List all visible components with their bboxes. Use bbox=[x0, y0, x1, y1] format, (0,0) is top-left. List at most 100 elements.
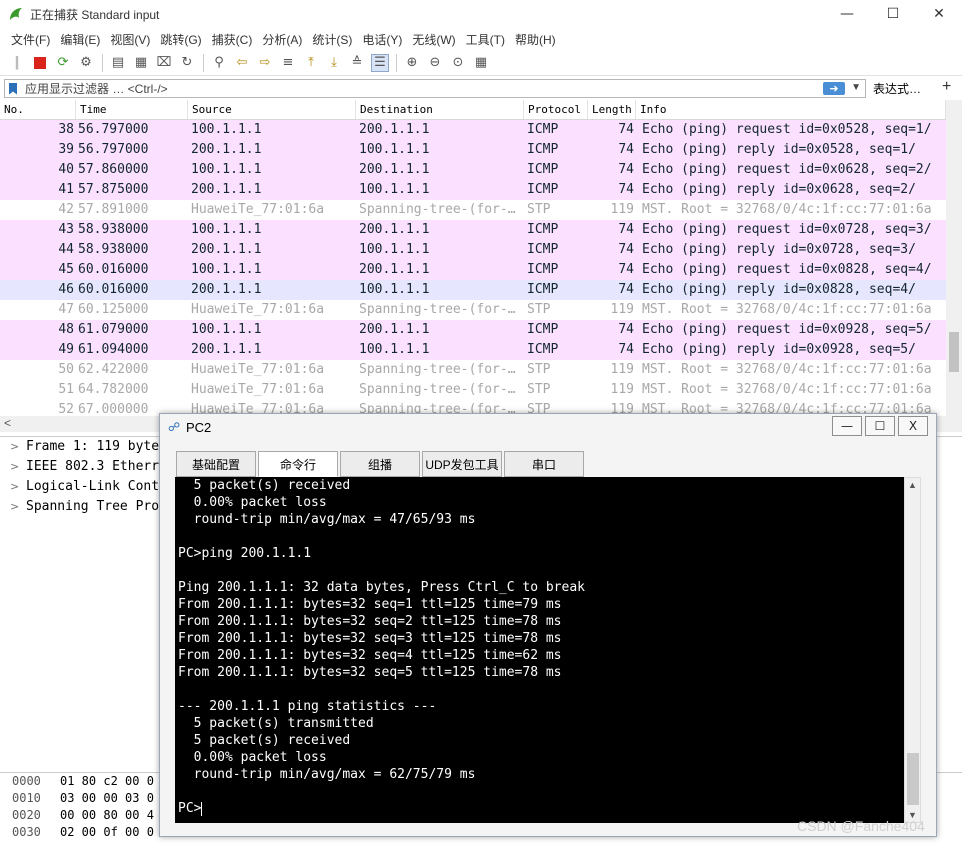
expand-arrow-icon[interactable]: > bbox=[10, 497, 26, 517]
packet-destination: 200.1.1.1 bbox=[359, 222, 430, 237]
open-file-icon[interactable]: ▤ bbox=[109, 54, 127, 72]
packet-no: 50 bbox=[58, 362, 74, 377]
column-header-no[interactable]: No. bbox=[0, 100, 76, 119]
menu-telephony[interactable]: 电话(Y) bbox=[362, 31, 402, 48]
bookmark-icon[interactable] bbox=[9, 82, 17, 95]
packet-row[interactable]: 38 56.797000 100.1.1.1 200.1.1.1 ICMP 74 Echo … bbox=[0, 120, 946, 140]
packet-source: HuaweiTe_77:01:6a bbox=[191, 362, 325, 377]
restart-capture-icon[interactable]: ⟳ bbox=[54, 54, 72, 72]
terminal-line: 5 packet(s) received bbox=[178, 478, 351, 493]
column-header-info[interactable]: Info bbox=[636, 100, 946, 119]
packet-list-header: No. Time Source Destination Protocol Len… bbox=[0, 100, 946, 120]
colorize-icon[interactable]: ☰ bbox=[371, 53, 389, 72]
expand-arrow-icon[interactable]: > bbox=[10, 477, 26, 497]
pc2-minimize-button[interactable]: — bbox=[832, 416, 862, 436]
reload-file-icon[interactable]: ↻ bbox=[178, 54, 196, 72]
packet-row[interactable]: 43 58.938000 100.1.1.1 200.1.1.1 ICMP 74 Echo … bbox=[0, 220, 946, 240]
go-back-icon[interactable]: ⇦ bbox=[233, 54, 251, 72]
packet-time: 56.797000 bbox=[78, 142, 149, 157]
menu-analyze[interactable]: 分析(A) bbox=[262, 31, 302, 48]
tab-basic-config[interactable]: 基础配置 bbox=[176, 451, 256, 477]
tab-serial[interactable]: 串口 bbox=[504, 451, 584, 477]
packet-length: 74 bbox=[618, 142, 634, 157]
menu-view[interactable]: 视图(V) bbox=[110, 31, 150, 48]
packet-row[interactable]: 51 64.782000 HuaweiTe_77:01:6a Spanning-tre… bbox=[0, 380, 946, 400]
menu-statistics[interactable]: 统计(S) bbox=[312, 31, 352, 48]
menu-go[interactable]: 跳转(G) bbox=[160, 31, 201, 48]
terminal-scrollbar[interactable]: ▲ ▼ bbox=[904, 477, 921, 823]
tab-command-line[interactable]: 命令行 bbox=[258, 451, 338, 477]
terminal-line: From 200.1.1.1: bytes=32 seq=4 ttl=125 t… bbox=[178, 648, 562, 663]
packet-list-scrollbar[interactable] bbox=[946, 100, 962, 416]
packet-row[interactable]: 41 57.875000 200.1.1.1 100.1.1.1 ICMP 74 Echo … bbox=[0, 180, 946, 200]
screen: 正在捕获 Standard input — ☐ ✕ 文件(F) 编辑(E) 视图… bbox=[0, 0, 962, 844]
packet-destination: 100.1.1.1 bbox=[359, 282, 430, 297]
packet-time: 64.782000 bbox=[78, 382, 149, 397]
scroll-up-icon[interactable]: ▲ bbox=[908, 480, 917, 490]
packet-row[interactable]: 49 61.094000 200.1.1.1 100.1.1.1 ICMP 74 Echo … bbox=[0, 340, 946, 360]
close-file-icon[interactable]: ⌧ bbox=[155, 54, 173, 72]
find-packet-icon[interactable]: ⚲ bbox=[210, 54, 228, 72]
start-capture-icon[interactable] bbox=[8, 54, 26, 72]
packet-row[interactable]: 42 57.891000 HuaweiTe_77:01:6a Spanning-tre… bbox=[0, 200, 946, 220]
tab-multicast[interactable]: 组播 bbox=[340, 451, 420, 477]
zoom-normal-icon[interactable]: ⊙ bbox=[449, 54, 467, 72]
packet-length: 74 bbox=[618, 162, 634, 177]
autoscroll-icon[interactable]: ≙ bbox=[348, 54, 366, 72]
go-to-packet-icon[interactable]: ≡ bbox=[279, 54, 297, 72]
packet-time: 58.938000 bbox=[78, 242, 149, 257]
column-header-source[interactable]: Source bbox=[188, 100, 356, 119]
packet-destination: Spanning-tree-(for-… bbox=[359, 202, 516, 217]
pc2-title-bar[interactable]: ☍ PC2 — ☐ X bbox=[160, 414, 936, 440]
packet-row[interactable]: 50 62.422000 HuaweiTe_77:01:6a Spanning-tre… bbox=[0, 360, 946, 380]
save-file-icon[interactable]: ▦ bbox=[132, 54, 150, 72]
zoom-in-icon[interactable]: ⊕ bbox=[403, 54, 421, 72]
pc2-maximize-button[interactable]: ☐ bbox=[865, 416, 895, 436]
packet-row[interactable]: 39 56.797000 200.1.1.1 100.1.1.1 ICMP 74 Echo … bbox=[0, 140, 946, 160]
resize-columns-icon[interactable]: ▦ bbox=[472, 54, 490, 72]
add-filter-button[interactable]: + bbox=[942, 78, 951, 96]
terminal-prompt-line[interactable]: PC> bbox=[178, 800, 904, 817]
menu-edit[interactable]: 编辑(E) bbox=[60, 31, 100, 48]
stop-capture-icon[interactable] bbox=[31, 54, 49, 72]
packet-row[interactable]: 46 60.016000 200.1.1.1 100.1.1.1 ICMP 74 Echo … bbox=[0, 280, 946, 300]
minimize-button[interactable]: — bbox=[824, 0, 870, 28]
capture-options-icon[interactable]: ⚙ bbox=[77, 54, 95, 72]
go-first-icon[interactable]: ⤒ bbox=[302, 54, 320, 72]
pc2-close-button[interactable]: X bbox=[898, 416, 928, 436]
packet-row[interactable]: 44 58.938000 200.1.1.1 100.1.1.1 ICMP 74 Echo … bbox=[0, 240, 946, 260]
packet-destination: 200.1.1.1 bbox=[359, 162, 430, 177]
display-filter-bar[interactable]: 应用显示过滤器 … <Ctrl-/> ➜ ▼ bbox=[4, 79, 866, 98]
zoom-out-icon[interactable]: ⊖ bbox=[426, 54, 444, 72]
menu-file[interactable]: 文件(F) bbox=[11, 31, 50, 48]
apply-filter-arrow-icon[interactable]: ➜ bbox=[823, 82, 845, 95]
column-header-length[interactable]: Length bbox=[588, 100, 636, 119]
terminal-line: round-trip min/avg/max = 47/65/93 ms bbox=[178, 512, 476, 527]
packet-length: 119 bbox=[610, 362, 634, 377]
terminal[interactable]: 5 packet(s) received 0.00% packet loss r… bbox=[175, 477, 904, 823]
menu-help[interactable]: 帮助(H) bbox=[515, 31, 556, 48]
menu-capture[interactable]: 捕获(C) bbox=[212, 31, 253, 48]
packet-row[interactable]: 47 60.125000 HuaweiTe_77:01:6a Spanning-tre… bbox=[0, 300, 946, 320]
column-header-destination[interactable]: Destination bbox=[356, 100, 524, 119]
terminal-scrollbar-thumb[interactable] bbox=[907, 753, 919, 805]
scroll-left-icon[interactable]: < bbox=[4, 416, 11, 430]
menu-tools[interactable]: 工具(T) bbox=[466, 31, 505, 48]
maximize-button[interactable]: ☐ bbox=[870, 0, 916, 28]
menu-wireless[interactable]: 无线(W) bbox=[412, 31, 455, 48]
chevron-down-icon[interactable]: ▼ bbox=[851, 82, 861, 93]
tab-udp-tool[interactable]: UDP发包工具 bbox=[422, 451, 502, 477]
column-header-time[interactable]: Time bbox=[76, 100, 188, 119]
close-button[interactable]: ✕ bbox=[916, 0, 962, 28]
scrollbar-thumb[interactable] bbox=[949, 332, 959, 372]
packet-row[interactable]: 48 61.079000 100.1.1.1 200.1.1.1 ICMP 74 Echo … bbox=[0, 320, 946, 340]
expression-button[interactable]: 表达式… bbox=[873, 80, 921, 97]
filter-placeholder: 应用显示过滤器 … <Ctrl-/> bbox=[25, 82, 168, 96]
expand-arrow-icon[interactable]: > bbox=[10, 437, 26, 457]
column-header-protocol[interactable]: Protocol bbox=[524, 100, 588, 119]
packet-row[interactable]: 45 60.016000 100.1.1.1 200.1.1.1 ICMP 74 Echo … bbox=[0, 260, 946, 280]
expand-arrow-icon[interactable]: > bbox=[10, 457, 26, 477]
packet-row[interactable]: 40 57.860000 100.1.1.1 200.1.1.1 ICMP 74 Echo … bbox=[0, 160, 946, 180]
go-last-icon[interactable]: ⤓ bbox=[325, 54, 343, 72]
go-forward-icon[interactable]: ⇨ bbox=[256, 54, 274, 72]
